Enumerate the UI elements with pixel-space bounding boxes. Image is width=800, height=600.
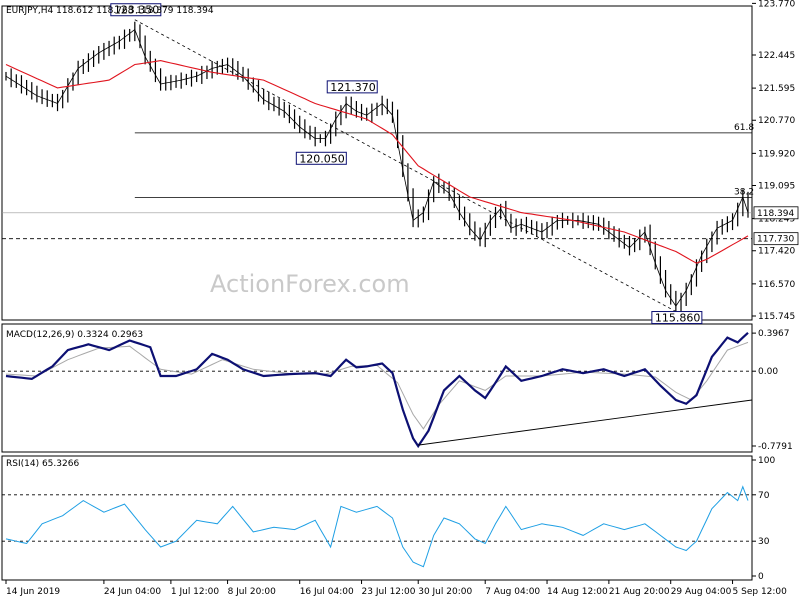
x-tick-label: 14 Aug 12:00 [547,587,608,597]
x-tick-label: 23 Jul 12:00 [362,587,416,597]
macd-ytick-label: 0.3967 [758,329,790,339]
x-tick-label: 7 Aug 04:00 [485,587,540,597]
x-tick-label: 24 Jun 04:00 [104,587,161,597]
last-price-box-label: 118.394 [757,209,794,219]
price-ytick-label: 121.595 [758,84,795,94]
price-annotation-label: 121.370 [330,81,376,94]
watermark: ActionForex.com [210,270,410,298]
rsi-ytick-label: 30 [758,537,770,547]
rsi-ytick-label: 0 [758,572,764,582]
price-ytick-label: 119.095 [758,181,795,191]
x-tick-label: 21 Aug 20:00 [609,587,670,597]
x-tick-label: 30 Jul 20:00 [418,587,472,597]
x-tick-label: 16 Jul 04:00 [300,587,354,597]
price-annotation-label: 120.050 [299,152,345,165]
price-ytick-label: 120.770 [758,116,795,126]
fib-level-label: 38.2 [734,187,754,197]
rsi-ytick-label: 70 [758,491,770,501]
x-tick-label: 5 Sep 12:00 [733,587,788,597]
rsi-panel-header: RSI(14) 65.3266 [6,459,79,469]
price-annotation-label: 115.860 [655,312,701,325]
x-tick-label: 1 Jul 12:00 [171,587,220,597]
fib-level-label: 61.8 [734,123,754,133]
price-ytick-label: 116.570 [758,280,795,290]
x-tick-label: 14 Jun 2019 [6,587,60,597]
price-ytick-label: 119.920 [758,149,795,159]
price-ytick-label: 115.745 [758,312,795,322]
price-panel-header: EURJPY,H4 118.612 118.768 118.379 118.39… [6,6,214,16]
support-price-box-label: 117.730 [757,235,794,245]
macd-ytick-label: -0.7791 [758,442,793,452]
x-tick-label: 29 Aug 04:00 [671,587,732,597]
macd-ytick-label: 0.00 [758,367,778,377]
price-ytick-label: 122.445 [758,51,795,61]
x-tick-label: 8 Jul 20:00 [228,587,277,597]
eurjpy-h4-chart: 123.770 122.445 121.595 120.770 119.920 119.0… [0,0,800,600]
price-ytick-label: 117.420 [758,247,795,257]
macd-panel-header: MACD(12,26,9) 0.3324 0.2963 [6,330,143,340]
price-ytick-label: 123.770 [758,0,795,9]
rsi-ytick-label: 100 [758,456,775,466]
